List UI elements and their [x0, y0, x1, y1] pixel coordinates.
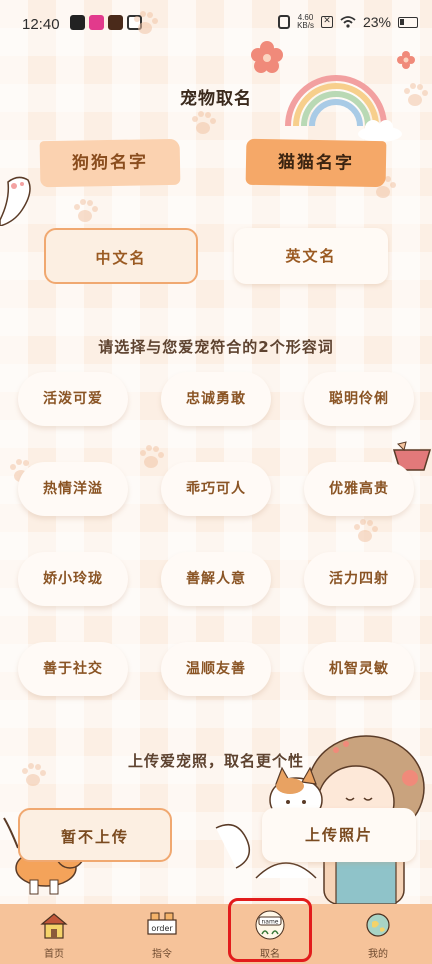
adjective-chip[interactable]: 善解人意: [161, 552, 271, 606]
adjective-chip[interactable]: 温顺友善: [161, 642, 271, 696]
upload-hint: 上传爱宠照，取名更个性: [127, 752, 304, 770]
tab-cat-names[interactable]: 猫猫名字: [245, 138, 387, 188]
battery-percent: 23%: [362, 14, 391, 30]
adjective-prompt: 请选择与您爱宠符合的2个形容词: [98, 338, 334, 356]
battery-icon: [398, 16, 418, 28]
adjective-chip[interactable]: 机智灵敏: [304, 642, 414, 696]
house-icon: [40, 913, 68, 939]
chinese-name-button[interactable]: 中文名: [44, 228, 198, 284]
order-sign-icon: order: [147, 912, 177, 935]
status-right: 4.60 KB/s ✕ 23%: [278, 14, 418, 30]
game-icon: [108, 15, 123, 30]
english-name-button[interactable]: 英文名: [234, 228, 388, 284]
tiktok-icon: [70, 15, 85, 30]
status-time: 12:40: [22, 16, 60, 33]
sim-icon: ✕: [320, 16, 333, 28]
paw-icon: [140, 445, 164, 468]
active-tab-highlight: [228, 898, 312, 962]
paw-icon: [74, 199, 98, 222]
svg-text:order: order: [151, 924, 173, 933]
vibrate-icon: [278, 15, 291, 29]
adjective-chip[interactable]: 优雅高贵: [304, 462, 414, 516]
globe-icon: [366, 913, 390, 937]
paw-icon: [354, 519, 378, 542]
flower-icon: [397, 51, 415, 69]
bottom-nav: 首页 order 指令 name 取名 我的: [0, 904, 432, 964]
nav-item-commands[interactable]: order 指令: [108, 904, 216, 964]
adjective-chip[interactable]: 善于社交: [18, 642, 128, 696]
net-speed: 4.60 KB/s: [297, 13, 314, 30]
nav-item-home[interactable]: 首页: [0, 904, 108, 964]
adjective-chip[interactable]: 乖巧可人: [161, 462, 271, 516]
cloud-icon: [358, 120, 402, 142]
nav-label: 首页: [44, 949, 64, 960]
adjective-chip[interactable]: 忠诚勇敢: [161, 372, 271, 426]
status-bar: 12:40 4.60 KB/s ✕ 23%: [0, 0, 432, 48]
nav-item-profile[interactable]: 我的: [324, 904, 432, 964]
adjective-chip[interactable]: 聪明伶俐: [304, 372, 414, 426]
flower-icon: [251, 41, 283, 73]
page-title: 宠物取名: [180, 89, 252, 109]
skip-upload-button[interactable]: 暂不上传: [18, 808, 172, 862]
adjective-chip[interactable]: 娇小玲珑: [18, 552, 128, 606]
upload-photo-button[interactable]: 上传照片: [262, 808, 416, 862]
nav-label: 我的: [368, 949, 388, 960]
adjective-chip[interactable]: 热情洋溢: [18, 462, 128, 516]
paw-icon: [192, 111, 216, 134]
adjective-chip[interactable]: 活泼可爱: [18, 372, 128, 426]
app-icon: [89, 15, 104, 30]
nav-label: 指令: [152, 949, 172, 960]
adjective-chip[interactable]: 活力四射: [304, 552, 414, 606]
paw-icon: [134, 11, 158, 34]
tab-dog-names[interactable]: 狗狗名字: [39, 138, 181, 188]
cat-paw-doodle: [0, 176, 31, 226]
wifi-icon: [340, 16, 356, 28]
